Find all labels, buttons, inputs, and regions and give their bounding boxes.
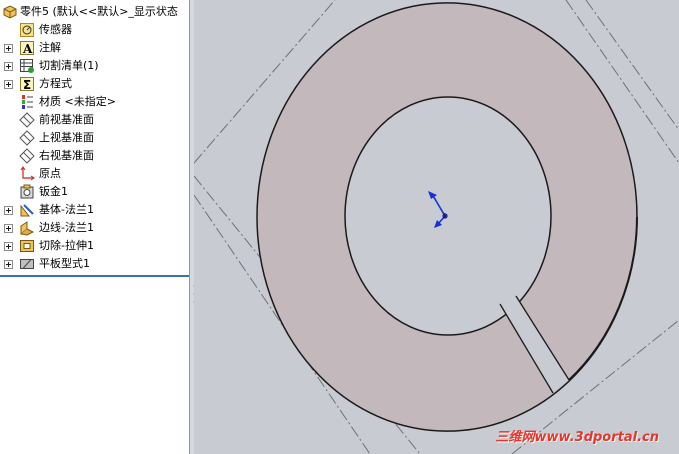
- expand-plus-icon[interactable]: [4, 44, 13, 53]
- expand-plus-icon[interactable]: [4, 260, 13, 269]
- tree-item-label: 切割清单(1): [39, 59, 99, 72]
- tree-item-cut-extrude[interactable]: 切除-拉伸1: [0, 237, 189, 255]
- part-icon: [2, 4, 18, 20]
- feature-manager-tree: 零件5 (默认<<默认>_显示状态 传感器 A 注解 切割清单(1) Σ 方程式…: [0, 0, 190, 454]
- annotation-icon: A: [19, 40, 35, 56]
- svg-text:Σ: Σ: [23, 78, 31, 92]
- edge-flange-icon: [19, 220, 35, 236]
- tree-item-label: 上视基准面: [39, 131, 94, 144]
- tree-item-right-plane[interactable]: 右视基准面: [0, 147, 189, 165]
- tree-item-origin[interactable]: 原点: [0, 165, 189, 183]
- part-drawing[interactable]: [194, 0, 679, 454]
- tree-item-label: 切除-拉伸1: [39, 239, 94, 252]
- tree-item-edge-flange[interactable]: 边线-法兰1: [0, 219, 189, 237]
- tree-item-label: 钣金1: [39, 185, 68, 198]
- sensor-icon: [19, 22, 35, 38]
- tree-item-label: 材质 <未指定>: [39, 95, 116, 108]
- plane-icon: [19, 130, 35, 146]
- tree-item-label: 边线-法兰1: [39, 221, 94, 234]
- tree-item-material[interactable]: 材质 <未指定>: [0, 93, 189, 111]
- sheet-metal-icon: [19, 184, 35, 200]
- tree-item-label: 基体-法兰1: [39, 203, 94, 216]
- tree-item-top-plane[interactable]: 上视基准面: [0, 129, 189, 147]
- tree-item-sheet-metal[interactable]: 钣金1: [0, 183, 189, 201]
- equation-icon: Σ: [19, 76, 35, 92]
- svg-text:A: A: [22, 42, 33, 56]
- expand-plus-icon[interactable]: [4, 206, 13, 215]
- solidworks-window: 零件5 (默认<<默认>_显示状态 传感器 A 注解 切割清单(1) Σ 方程式…: [0, 0, 679, 454]
- tree-item-equations[interactable]: Σ 方程式: [0, 75, 189, 93]
- tree-empty-area: [0, 275, 189, 454]
- expand-plus-icon[interactable]: [4, 80, 13, 89]
- tree-item-label: 方程式: [39, 77, 72, 90]
- origin-triad-icon: [428, 191, 448, 228]
- flat-pattern-icon: [19, 256, 35, 272]
- cut-extrude-icon: [19, 238, 35, 254]
- tree-item-annotations[interactable]: A 注解: [0, 39, 189, 57]
- tree-root-part[interactable]: 零件5 (默认<<默认>_显示状态: [0, 3, 189, 21]
- tree-item-label: 平板型式1: [39, 257, 90, 270]
- tree-item-label: 原点: [39, 167, 61, 180]
- expand-plus-icon[interactable]: [4, 62, 13, 71]
- plane-icon: [19, 148, 35, 164]
- tree-item-label: 注解: [39, 41, 61, 54]
- origin-icon: [19, 166, 35, 182]
- cut-list-icon: [19, 58, 35, 74]
- tree-root-label: 零件5 (默认<<默认>_显示状态: [20, 5, 178, 18]
- tree-item-sensors[interactable]: 传感器: [0, 21, 189, 39]
- plane-icon: [19, 112, 35, 128]
- expand-plus-icon[interactable]: [4, 224, 13, 233]
- ring-part-face[interactable]: [256, 2, 638, 432]
- tree-item-cut-list[interactable]: 切割清单(1): [0, 57, 189, 75]
- tree-item-label: 传感器: [39, 23, 72, 36]
- tree-item-flat-pattern[interactable]: 平板型式1: [0, 255, 189, 273]
- graphics-viewport[interactable]: 三维网www.3dportal.cn: [194, 0, 679, 454]
- material-icon: [19, 94, 35, 110]
- base-flange-icon: [19, 202, 35, 218]
- watermark-text: 三维网www.3dportal.cn: [495, 430, 659, 445]
- tree-item-front-plane[interactable]: 前视基准面: [0, 111, 189, 129]
- expand-plus-icon[interactable]: [4, 242, 13, 251]
- tree-item-label: 前视基准面: [39, 113, 94, 126]
- tree-item-base-flange[interactable]: 基体-法兰1: [0, 201, 189, 219]
- tree-item-label: 右视基准面: [39, 149, 94, 162]
